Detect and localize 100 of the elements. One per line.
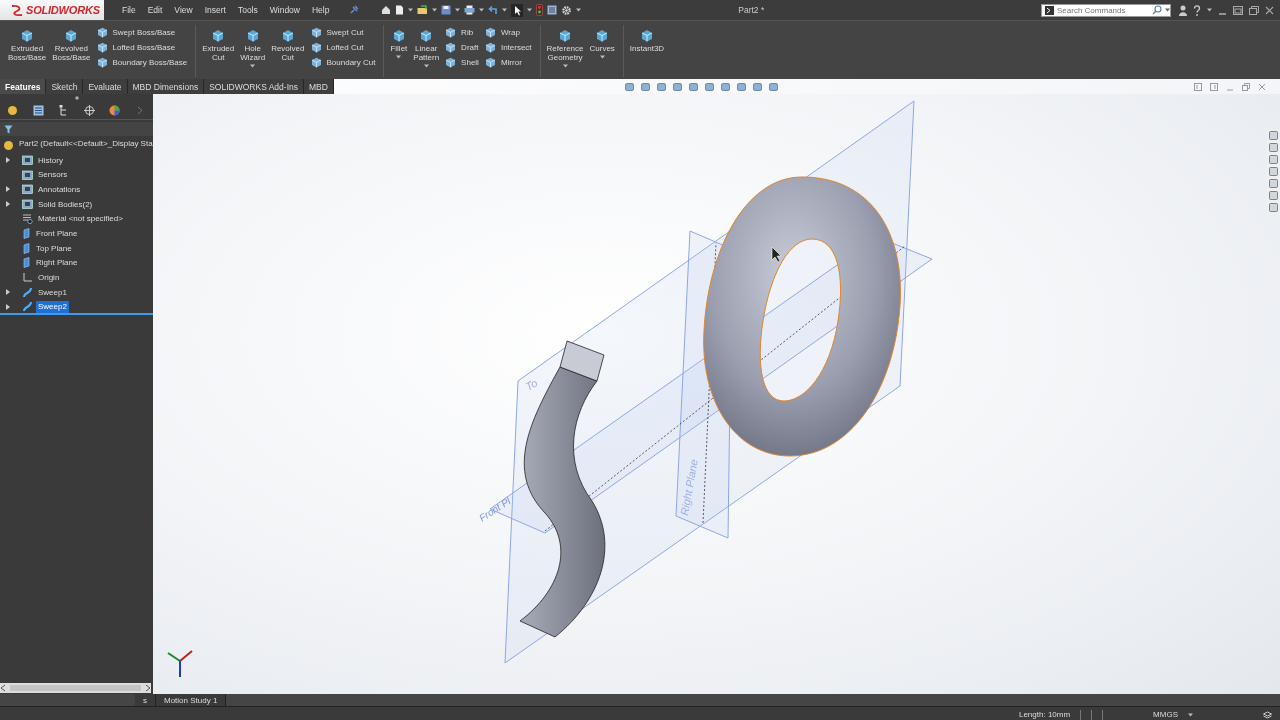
- close-icon[interactable]: [1265, 5, 1274, 15]
- block-icon[interactable]: [419, 29, 434, 42]
- ribbon-tab[interactable]: MBD Dimensions: [127, 79, 205, 94]
- caret-icon[interactable]: [599, 55, 605, 59]
- ribbon-button[interactable]: Extruded Boss/Base: [6, 25, 49, 77]
- ribbon-button[interactable]: Mirror: [482, 57, 534, 68]
- block-icon[interactable]: [445, 27, 457, 38]
- block-icon[interactable]: [245, 29, 260, 42]
- ribbon-tab[interactable]: Sketch: [46, 79, 84, 94]
- expand-arrow-icon[interactable]: [6, 201, 10, 208]
- tree-item[interactable]: Top Plane: [34, 242, 74, 255]
- save-icon[interactable]: [441, 5, 452, 15]
- scrollbar-thumb[interactable]: [10, 685, 141, 691]
- block-icon[interactable]: [64, 29, 79, 42]
- ribbon-button[interactable]: Wrap: [482, 27, 534, 38]
- tree-item[interactable]: History: [36, 154, 65, 167]
- caret-icon[interactable]: [408, 8, 414, 12]
- grip-icon[interactable]: [74, 96, 79, 100]
- caret-icon[interactable]: [576, 8, 582, 12]
- caret-icon[interactable]: [455, 8, 461, 12]
- ribbon-tab[interactable]: Evaluate: [83, 79, 128, 94]
- ribbon-button[interactable]: Curves: [587, 25, 617, 77]
- caret-icon[interactable]: [527, 8, 533, 12]
- menu-item[interactable]: Help: [306, 5, 336, 15]
- scroll-left-icon[interactable]: [0, 684, 6, 692]
- filter-icon[interactable]: [4, 124, 13, 134]
- block-icon[interactable]: [484, 42, 496, 53]
- expand-arrow-icon[interactable]: [6, 186, 10, 193]
- caret-icon[interactable]: [250, 64, 256, 68]
- close-icon[interactable]: [1258, 82, 1266, 91]
- search-icon[interactable]: [1152, 5, 1162, 15]
- tree-item[interactable]: Sweep1: [36, 286, 69, 299]
- ribbon-button[interactable]: Lofted Cut: [308, 42, 378, 53]
- menu-item[interactable]: Window: [263, 5, 306, 15]
- tree-item[interactable]: Solid Bodies(2): [36, 198, 95, 211]
- caret-icon[interactable]: [423, 64, 429, 68]
- scroll-right-icon[interactable]: [145, 684, 151, 692]
- help-icon[interactable]: [1193, 4, 1201, 16]
- block-icon[interactable]: [445, 42, 457, 53]
- caret-icon[interactable]: [479, 8, 485, 12]
- ribbon-button[interactable]: Rib: [443, 27, 481, 38]
- caret-icon[interactable]: [1165, 8, 1170, 12]
- ribbon-button[interactable]: Draft: [443, 42, 481, 53]
- ribbon-tab[interactable]: MBD: [304, 79, 334, 94]
- block-icon[interactable]: [280, 29, 295, 42]
- block-icon[interactable]: [96, 42, 108, 53]
- block-icon[interactable]: [20, 29, 35, 42]
- ribbon-button[interactable]: Instant3D: [627, 25, 667, 77]
- ribbon-button[interactable]: Lofted Boss/Base: [94, 42, 190, 53]
- tree-item[interactable]: Origin: [36, 271, 62, 284]
- menu-item[interactable]: Tools: [231, 5, 264, 15]
- ribbon-button[interactable]: Boundary Boss/Base: [94, 57, 190, 68]
- bottom-tab[interactable]: Motion Study 1: [156, 694, 227, 706]
- tree-item[interactable]: Front Plane: [34, 227, 80, 240]
- block-icon[interactable]: [484, 27, 496, 38]
- expand-arrow-icon[interactable]: [6, 303, 10, 310]
- block-icon[interactable]: [96, 57, 108, 68]
- pointer-icon[interactable]: [511, 3, 524, 17]
- restore-icon[interactable]: [1242, 82, 1250, 91]
- caret-icon[interactable]: [1207, 8, 1212, 12]
- block-icon[interactable]: [96, 27, 108, 38]
- split-left-icon[interactable]: [1194, 82, 1202, 91]
- bottom-tab[interactable]: s: [135, 694, 156, 706]
- expand-arrow-icon[interactable]: [6, 289, 10, 296]
- menu-item[interactable]: Edit: [141, 5, 169, 15]
- ribbon-button[interactable]: Revolved Cut: [269, 25, 307, 77]
- ribbon-button[interactable]: Intersect: [482, 42, 534, 53]
- ribbon-button[interactable]: Boundary Cut: [308, 57, 378, 68]
- ribbon-button[interactable]: Hole Wizard: [238, 25, 268, 77]
- print-icon[interactable]: [464, 5, 476, 15]
- block-icon[interactable]: [310, 27, 322, 38]
- maximize-icon[interactable]: [1233, 5, 1243, 15]
- block-icon[interactable]: [310, 57, 322, 68]
- block-icon[interactable]: [310, 42, 322, 53]
- split-right-icon[interactable]: [1210, 82, 1218, 91]
- caret-icon[interactable]: [396, 55, 402, 59]
- ribbon-button[interactable]: Reference Geometry: [544, 25, 586, 77]
- ribbon-tab[interactable]: Features: [0, 79, 47, 94]
- ribbon-button[interactable]: Swept Boss/Base: [94, 27, 190, 38]
- search-box[interactable]: Search Commands: [1041, 3, 1171, 17]
- traffic-light-icon[interactable]: [536, 4, 544, 16]
- block-icon[interactable]: [640, 29, 654, 42]
- menu-item[interactable]: Insert: [198, 5, 232, 15]
- layers-icon[interactable]: [1263, 710, 1272, 719]
- block-icon[interactable]: [445, 57, 457, 68]
- menu-item[interactable]: View: [168, 5, 199, 15]
- ribbon-tab[interactable]: SOLIDWORKS Add-Ins: [204, 79, 304, 94]
- block-icon[interactable]: [391, 29, 406, 42]
- tree-item[interactable]: Annotations: [36, 183, 83, 196]
- menu-item[interactable]: File: [116, 5, 142, 15]
- caret-icon[interactable]: [562, 64, 568, 68]
- expand-arrow-icon[interactable]: [6, 157, 10, 164]
- caret-icon[interactable]: [502, 8, 508, 12]
- caret-icon[interactable]: [432, 8, 438, 12]
- ribbon-button[interactable]: Revolved Boss/Base: [50, 25, 93, 77]
- user-icon[interactable]: [1179, 4, 1187, 16]
- block-icon[interactable]: [595, 29, 610, 42]
- tree-item[interactable]: Sweep2: [36, 300, 69, 313]
- pin-icon[interactable]: [349, 5, 360, 15]
- block-icon[interactable]: [211, 29, 226, 42]
